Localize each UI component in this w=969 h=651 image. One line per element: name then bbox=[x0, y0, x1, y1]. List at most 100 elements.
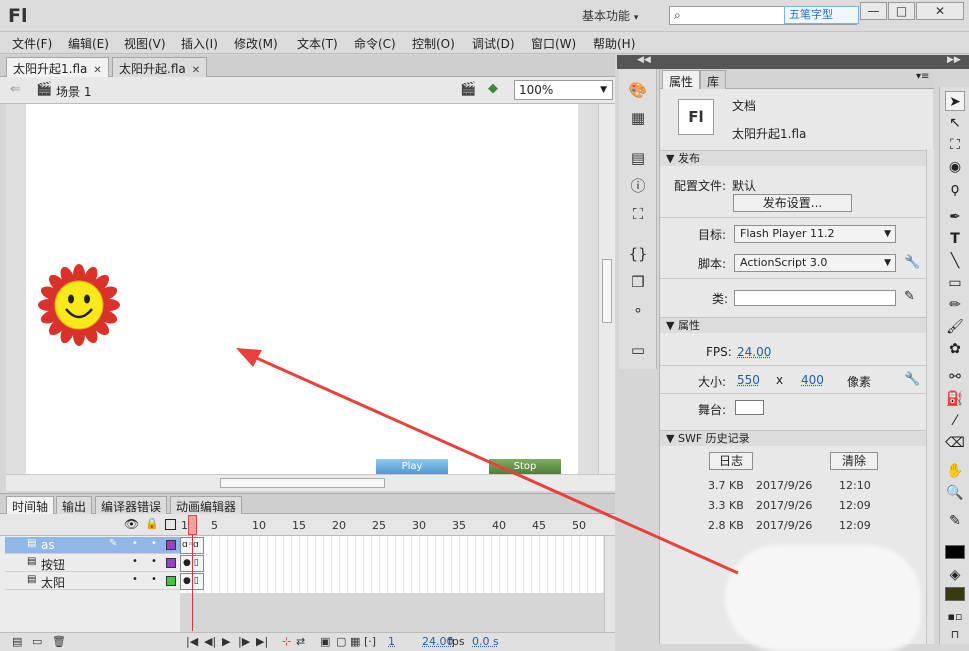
menu-window[interactable]: 窗口(W) bbox=[531, 35, 576, 52]
menu-text[interactable]: 文本(T) bbox=[297, 35, 338, 52]
panel-menu-icon[interactable]: ▾≡ bbox=[916, 71, 929, 82]
align-icon[interactable]: ▤ bbox=[627, 147, 649, 169]
code-snippets-icon[interactable]: {} bbox=[627, 243, 649, 265]
fps-value[interactable]: 24.00 bbox=[737, 345, 771, 359]
elapsed-time[interactable]: 0.0 s bbox=[472, 635, 499, 648]
log-button[interactable]: 日志 bbox=[709, 452, 753, 470]
sun-symbol[interactable] bbox=[38, 264, 120, 346]
subselection-tool-icon[interactable]: ↖ bbox=[945, 113, 965, 133]
first-frame-icon[interactable]: |◀ bbox=[186, 635, 198, 648]
rectangle-tool-icon[interactable]: ▭ bbox=[945, 273, 965, 293]
play-icon[interactable]: ▶ bbox=[222, 635, 230, 648]
edit-scene-icon[interactable]: 🎬 bbox=[460, 82, 476, 97]
properties-scrollbar[interactable] bbox=[926, 149, 934, 644]
clear-button[interactable]: 清除 bbox=[830, 452, 878, 470]
scroll-thumb[interactable] bbox=[220, 478, 385, 488]
play-button-symbol[interactable]: Play bbox=[376, 459, 448, 475]
menu-debug[interactable]: 调试(D) bbox=[472, 35, 515, 52]
lasso-tool-icon[interactable]: ϙ bbox=[945, 179, 965, 199]
menu-view[interactable]: 视图(V) bbox=[124, 35, 166, 52]
menu-insert[interactable]: 插入(I) bbox=[181, 35, 218, 52]
onion-markers-icon[interactable]: [·] bbox=[364, 635, 376, 648]
swf-history-section-header[interactable]: ▼ SWF 历史记录 bbox=[660, 430, 926, 446]
lock-dot[interactable]: • bbox=[151, 556, 157, 567]
layer-row-as[interactable]: ▤ as ✎ • • bbox=[5, 537, 180, 554]
timeline-vertical-scrollbar[interactable] bbox=[604, 536, 615, 632]
pencil-icon[interactable]: ✎ bbox=[904, 289, 915, 304]
menu-help[interactable]: 帮助(H) bbox=[593, 35, 635, 52]
hand-tool-icon[interactable]: ✋ bbox=[945, 461, 965, 481]
next-frame-icon[interactable]: |▶ bbox=[238, 635, 250, 648]
visibility-dot[interactable]: • bbox=[132, 556, 138, 567]
brush-tool-icon[interactable]: 🖌 bbox=[945, 317, 965, 337]
tab-properties[interactable]: 属性 bbox=[662, 70, 701, 89]
stop-button-symbol[interactable]: Stop bbox=[489, 459, 561, 475]
paint-bucket-tool-icon[interactable]: ⛽ bbox=[945, 389, 965, 409]
stage-color-swatch[interactable] bbox=[735, 400, 764, 415]
tab-library[interactable]: 库 bbox=[700, 70, 727, 89]
stage-horizontal-scrollbar[interactable] bbox=[6, 474, 615, 491]
collapse-icon[interactable]: ◀◀ bbox=[637, 55, 651, 65]
stage-vertical-scrollbar[interactable] bbox=[598, 104, 615, 474]
eraser-tool-icon[interactable]: ⌫ bbox=[945, 433, 965, 453]
menu-file[interactable]: 文件(F) bbox=[12, 35, 52, 52]
scroll-thumb[interactable] bbox=[602, 259, 612, 323]
fill-color-swatch[interactable] bbox=[945, 587, 965, 601]
deco-tool-icon[interactable]: ✿ bbox=[945, 339, 965, 359]
layer-color-swatch[interactable] bbox=[166, 576, 176, 586]
layer-row-sun[interactable]: ▤ 太阳 • • bbox=[5, 573, 180, 590]
new-folder-icon[interactable]: ▭ bbox=[32, 635, 42, 648]
minimize-button[interactable]: — bbox=[860, 2, 887, 20]
height-value[interactable]: 400 bbox=[801, 373, 824, 387]
tab-motion-editor[interactable]: 动画编辑器 bbox=[170, 496, 243, 514]
tab-timeline[interactable]: 时间轴 bbox=[6, 496, 55, 514]
layer-row-buttons[interactable]: ▤ 按钮 • • bbox=[5, 555, 180, 572]
edit-multiple-icon[interactable]: ▦ bbox=[350, 635, 360, 648]
lock-dot[interactable]: • bbox=[151, 538, 157, 549]
tab-output[interactable]: 输出 bbox=[56, 496, 93, 514]
trash-icon[interactable]: 🗑 bbox=[52, 635, 66, 648]
onion-skin-icon[interactable]: ▣ bbox=[320, 635, 330, 648]
bone-tool-icon[interactable]: ⚯ bbox=[945, 367, 965, 387]
zoom-select[interactable]: 100% ▼ bbox=[514, 80, 613, 100]
publish-settings-button[interactable]: 发布设置... bbox=[733, 194, 852, 212]
pen-tool-icon[interactable]: ✒ bbox=[945, 207, 965, 227]
motion-presets-icon[interactable]: ∘ bbox=[627, 299, 649, 321]
menu-control[interactable]: 控制(O) bbox=[412, 35, 455, 52]
wrench-icon[interactable]: 🔧 bbox=[904, 255, 920, 270]
edit-symbols-icon[interactable]: ◆ bbox=[488, 81, 498, 96]
maximize-button[interactable]: □ bbox=[888, 2, 915, 20]
color-palette-icon[interactable]: 🎨 bbox=[627, 79, 649, 101]
properties-section-header[interactable]: ▼ 属性 bbox=[660, 317, 926, 333]
workspace-switcher[interactable]: 基本功能 ▾ bbox=[582, 7, 638, 24]
info-icon[interactable]: ⓘ bbox=[627, 175, 649, 197]
stroke-color-icon[interactable]: ✎ bbox=[945, 511, 965, 531]
close-icon[interactable]: ✕ bbox=[192, 65, 200, 76]
swap-colors-icon[interactable]: ▪▫ bbox=[945, 607, 965, 627]
layer-color-swatch[interactable] bbox=[166, 558, 176, 568]
menu-commands[interactable]: 命令(C) bbox=[354, 35, 396, 52]
text-tool-icon[interactable]: T bbox=[945, 229, 965, 249]
close-button[interactable]: ✕ bbox=[916, 2, 964, 20]
script-select[interactable]: ActionScript 3.0 ▼ bbox=[734, 254, 896, 272]
last-frame-icon[interactable]: ▶| bbox=[256, 635, 268, 648]
frame-grid[interactable]: ɑ◦ɑ ● ▯ ● ▯ bbox=[180, 535, 604, 631]
transform-icon[interactable]: ⛶ bbox=[627, 203, 649, 225]
tab-compiler-errors[interactable]: 编译器错误 bbox=[95, 496, 168, 514]
new-layer-icon[interactable]: ▤ bbox=[12, 635, 22, 648]
tab-document-1[interactable]: 太阳升起1.fla ✕ bbox=[6, 57, 109, 77]
prev-frame-icon[interactable]: ◀| bbox=[204, 635, 216, 648]
target-select[interactable]: Flash Player 11.2 ▼ bbox=[734, 225, 896, 243]
center-frame-icon[interactable]: ⊹ bbox=[282, 635, 291, 648]
menu-edit[interactable]: 编辑(E) bbox=[68, 35, 109, 52]
playhead[interactable] bbox=[188, 515, 197, 535]
visibility-dot[interactable]: • bbox=[132, 574, 138, 585]
tab-document-2[interactable]: 太阳升起.fla ✕ bbox=[112, 57, 208, 77]
lock-dot[interactable]: • bbox=[151, 574, 157, 585]
fill-color-icon[interactable]: ◈ bbox=[945, 565, 965, 585]
back-arrow-icon[interactable]: ⇐ bbox=[10, 82, 21, 97]
close-icon[interactable]: ✕ bbox=[93, 65, 101, 76]
components-icon[interactable]: ❒ bbox=[627, 271, 649, 293]
selection-tool-icon[interactable]: ➤ bbox=[945, 91, 965, 111]
width-value[interactable]: 550 bbox=[737, 373, 760, 387]
